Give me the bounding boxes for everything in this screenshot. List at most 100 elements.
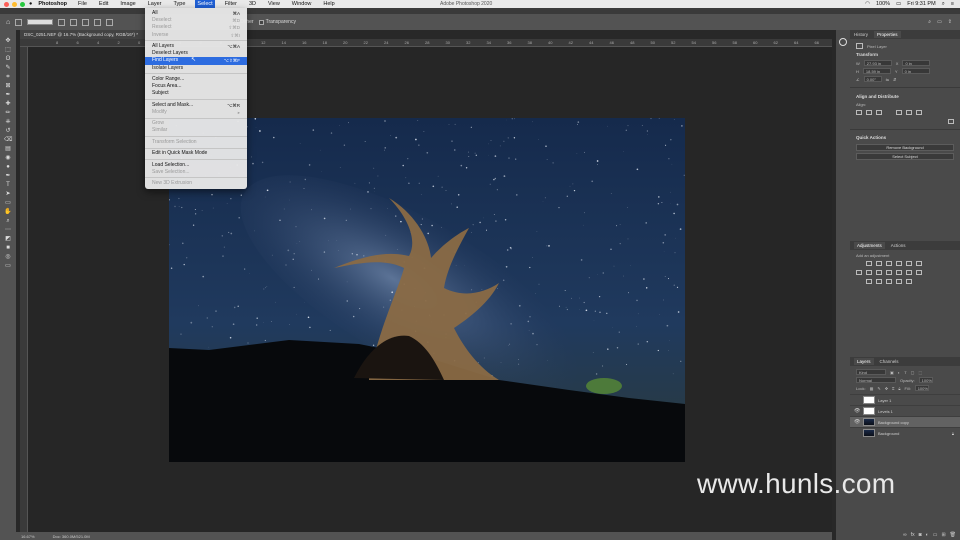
brush-tool-icon[interactable]: ✏: [4, 110, 12, 116]
menu-item-edit-in-quick-mask-mode[interactable]: Edit in Quick Mask Mode: [145, 150, 247, 157]
gradient-tool-icon[interactable]: ▤: [4, 146, 12, 152]
tab-adjustments[interactable]: Adjustments: [854, 242, 885, 249]
tab-actions[interactable]: Actions: [891, 243, 906, 248]
menu-item-color-range[interactable]: Color Range...: [145, 76, 247, 83]
menu-window[interactable]: Window: [290, 0, 314, 8]
align-bottom-icon[interactable]: [916, 110, 922, 115]
clone-stamp-icon[interactable]: ⎈: [4, 119, 12, 125]
fill-field[interactable]: 100%: [914, 385, 929, 391]
app-name-menu[interactable]: Photoshop: [38, 1, 67, 7]
gradient-linear-icon[interactable]: [58, 18, 66, 26]
horizontal-ruler[interactable]: 8642024681012141618202224262830323436384…: [20, 39, 832, 47]
layer-name[interactable]: Background: [878, 431, 899, 436]
visibility-eye-icon[interactable]: 👁︎: [854, 408, 860, 414]
gradient-reflected-icon[interactable]: [94, 18, 102, 26]
type-tool-icon[interactable]: T: [4, 182, 12, 188]
gradient-angle-icon[interactable]: [82, 18, 90, 26]
add-mask-icon[interactable]: ◙: [919, 532, 922, 538]
path-select-icon[interactable]: ➤: [4, 191, 12, 197]
angle-field[interactable]: 0.00°: [863, 76, 882, 82]
wifi-icon[interactable]: ◠: [865, 1, 870, 7]
hand-tool-icon[interactable]: ✋: [4, 209, 12, 215]
tab-channels[interactable]: Channels: [880, 359, 899, 364]
align-middle-icon[interactable]: [906, 110, 912, 115]
battery-percent[interactable]: 100%: [876, 1, 890, 7]
flip-vertical-icon[interactable]: ⇵: [893, 77, 896, 82]
gradient-diamond-icon[interactable]: [106, 18, 114, 26]
align-center-icon[interactable]: [866, 110, 872, 115]
pen-tool-icon[interactable]: ✒: [4, 173, 12, 179]
layer-name[interactable]: Layer 1: [878, 398, 891, 403]
layer-row[interactable]: 👁︎ Background copy: [850, 416, 960, 427]
flip-horizontal-icon[interactable]: ⇋: [886, 77, 889, 82]
channel-mixer-icon[interactable]: [896, 270, 902, 275]
menu-item-load-selection[interactable]: Load Selection...: [145, 162, 247, 169]
remove-background-button[interactable]: Remove Background: [856, 144, 954, 151]
new-layer-icon[interactable]: ⊞: [941, 532, 945, 538]
more-tools-icon[interactable]: ⋯: [4, 227, 12, 233]
menu-filter[interactable]: Filter: [223, 0, 239, 8]
home-icon[interactable]: ⌂: [6, 19, 10, 26]
brightness-icon[interactable]: [866, 261, 872, 266]
filter-shape-icon[interactable]: ▢: [911, 370, 915, 375]
h-field[interactable]: 18.59 in: [862, 68, 891, 74]
menu-file[interactable]: File: [76, 0, 89, 8]
gradient-map-triangle-icon[interactable]: [916, 261, 922, 266]
foreground-color-swatch[interactable]: ■: [4, 245, 12, 251]
menu-3d[interactable]: 3D: [247, 0, 258, 8]
filter-adjustment-icon[interactable]: ◐: [898, 370, 900, 375]
x-field[interactable]: 0 in: [902, 60, 931, 66]
menu-item-isolate-layers[interactable]: Isolate Layers: [145, 65, 247, 72]
menu-view[interactable]: View: [266, 0, 282, 8]
menu-item-all-layers[interactable]: All Layers ⌥⌘A: [145, 43, 247, 50]
lock-all-icon[interactable]: 🔒︎: [898, 386, 900, 391]
lock-paint-icon[interactable]: ✎: [877, 386, 880, 391]
dodge-tool-icon[interactable]: ●: [4, 164, 12, 170]
frame-tool-icon[interactable]: ⊠: [4, 83, 12, 89]
black-white-icon[interactable]: [876, 270, 882, 275]
history-brush-icon[interactable]: ↺: [4, 128, 12, 134]
lock-transparent-icon[interactable]: ▦: [870, 386, 874, 391]
rectangle-tool-icon[interactable]: ▭: [4, 200, 12, 206]
blur-tool-icon[interactable]: ◉: [4, 155, 12, 161]
vertical-ruler[interactable]: [20, 47, 28, 532]
menu-type[interactable]: Type: [171, 0, 187, 8]
align-top-icon[interactable]: [896, 110, 902, 115]
select-subject-button[interactable]: Select Subject: [856, 153, 954, 160]
tab-layers[interactable]: Layers: [854, 358, 874, 365]
w-field[interactable]: 27.93 in: [863, 60, 892, 66]
minimize-window-button[interactable]: [12, 1, 17, 7]
curves-icon[interactable]: [886, 261, 892, 266]
new-adjustment-icon[interactable]: ◐: [926, 532, 929, 538]
blend-mode-select[interactable]: Normal: [856, 377, 896, 383]
lasso-tool-icon[interactable]: ʘ: [4, 56, 12, 62]
default-colors-icon[interactable]: ◩: [4, 236, 12, 242]
layer-row[interactable]: Layer 1: [850, 394, 960, 405]
filter-pixel-icon[interactable]: ▣: [890, 370, 894, 375]
menu-edit[interactable]: Edit: [97, 0, 110, 8]
selective-color-icon[interactable]: [896, 279, 902, 284]
healing-brush-icon[interactable]: ✚: [4, 101, 12, 107]
gradient-swatch[interactable]: [27, 19, 54, 25]
layer-filter-kind[interactable]: Kind: [856, 369, 886, 375]
layer-row[interactable]: 👁︎ Levels 1: [850, 405, 960, 416]
menu-extras-icon[interactable]: ≡: [951, 1, 954, 7]
solid-color-icon[interactable]: [906, 279, 912, 284]
search-icon[interactable]: ⌕: [928, 19, 931, 25]
history-icon[interactable]: [839, 38, 847, 46]
tab-properties[interactable]: Properties: [874, 31, 901, 38]
workspace-icon[interactable]: ▭: [937, 19, 942, 25]
layer-name[interactable]: Levels 1: [878, 409, 893, 414]
menu-item-focus-area[interactable]: Focus Area...: [145, 83, 247, 90]
tool-preset-icon[interactable]: [15, 18, 23, 26]
threshold-icon[interactable]: [876, 279, 882, 284]
new-group-icon[interactable]: ▭: [933, 532, 938, 538]
link-layers-icon[interactable]: ∞: [903, 532, 907, 538]
share-icon[interactable]: ⇪: [948, 19, 952, 25]
lock-move-icon[interactable]: ✥: [885, 386, 888, 391]
apple-icon[interactable]: ●: [29, 1, 32, 7]
menu-select[interactable]: Select: [195, 0, 215, 8]
doc-size[interactable]: Doc: 360.0M/521.0M: [53, 534, 90, 539]
fx-icon[interactable]: fx: [911, 532, 915, 538]
menu-item-find-layers[interactable]: Find Layers ⌥⇧⌘F ↖: [145, 57, 247, 65]
